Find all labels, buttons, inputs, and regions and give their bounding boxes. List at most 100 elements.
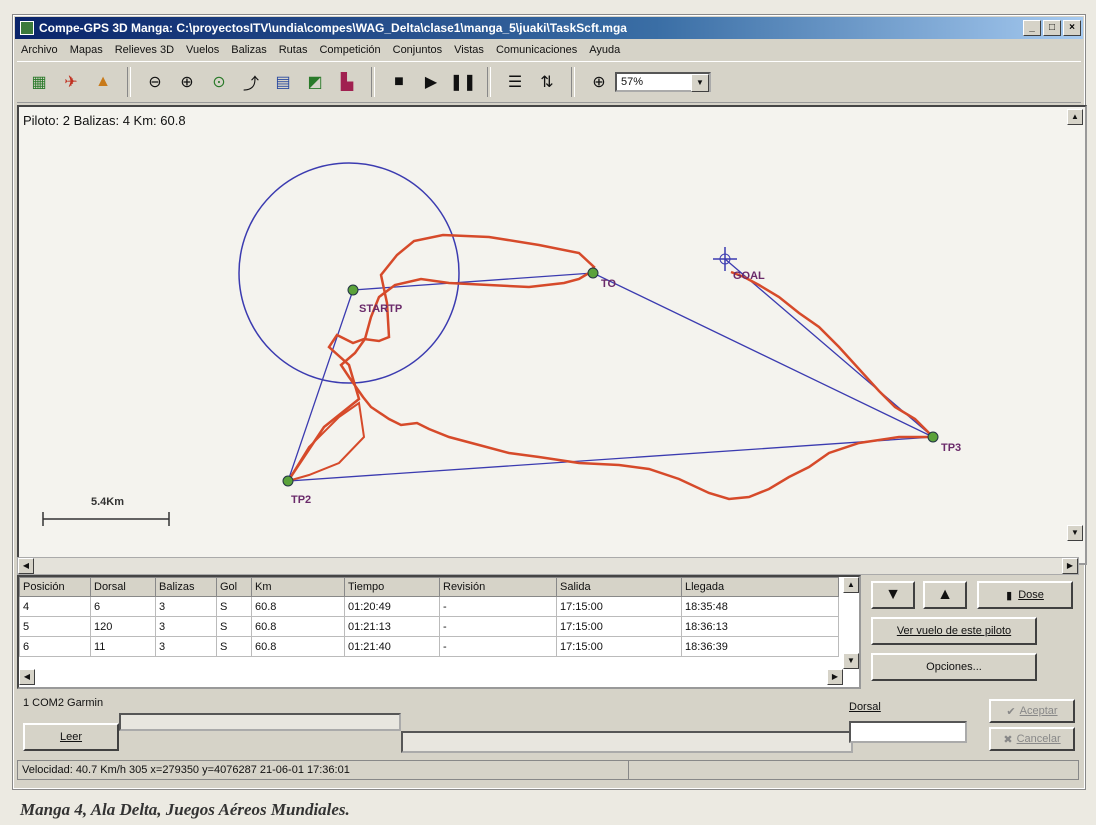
cell: 01:21:40 <box>344 636 440 657</box>
toolbar-separator <box>127 67 131 97</box>
menu-balizas[interactable]: Balizas <box>231 44 266 56</box>
cell: 18:36:13 <box>681 616 839 637</box>
menu-vuelos[interactable]: Vuelos <box>186 44 219 56</box>
menu-ayuda[interactable]: Ayuda <box>589 44 620 56</box>
sort-icon[interactable]: ⇅ <box>533 68 561 96</box>
scroll-left-icon[interactable]: ◀ <box>18 558 34 574</box>
col-salida[interactable]: Salida <box>556 577 682 597</box>
scale-label: 5.4Km <box>91 496 124 508</box>
stop-icon[interactable]: ■ <box>385 68 413 96</box>
dorsal-input[interactable] <box>849 721 967 743</box>
cancelar-button[interactable]: ✖ Cancelar <box>989 727 1075 751</box>
col-tiempo[interactable]: Tiempo <box>344 577 440 597</box>
zoom-select[interactable]: 57% ▼ <box>615 72 711 92</box>
col-gol[interactable]: Gol <box>216 577 252 597</box>
close-button-label: Dose <box>1018 589 1044 601</box>
pilot-icon[interactable]: ✈ <box>57 68 85 96</box>
table-row[interactable]: 5 120 3 S 60.8 01:21:13 - 17:15:00 18:36… <box>19 616 839 637</box>
menu-comunicaciones[interactable]: Comunicaciones <box>496 44 577 56</box>
cell: 17:15:00 <box>556 596 682 617</box>
menu-relieves[interactable]: Relieves 3D <box>115 44 174 56</box>
col-posicion[interactable]: Posición <box>19 577 91 597</box>
app-icon <box>20 21 34 35</box>
dorsal-label: Dorsal <box>849 701 881 713</box>
pause-icon[interactable]: ❚❚ <box>449 68 477 96</box>
zoom-out-icon[interactable]: ⊖ <box>141 68 169 96</box>
view-3d-icon[interactable]: ◩ <box>301 68 329 96</box>
route-icon[interactable]: ⤴ <box>237 68 265 96</box>
scroll-down-icon[interactable]: ▼ <box>1067 525 1083 541</box>
door-icon: ▮ <box>1006 589 1013 602</box>
col-balizas[interactable]: Balizas <box>155 577 217 597</box>
title-bar[interactable]: Compe-GPS 3D Manga: C:\proyectosITV\undi… <box>15 17 1083 39</box>
table-scroll-right-icon[interactable]: ▶ <box>827 669 843 685</box>
cell: 01:21:13 <box>344 616 440 637</box>
menu-rutas[interactable]: Rutas <box>279 44 308 56</box>
scroll-up-icon[interactable]: ▲ <box>1067 109 1083 125</box>
close-window-button[interactable]: × <box>1063 20 1081 36</box>
col-km[interactable]: Km <box>251 577 345 597</box>
table-row[interactable]: 6 11 3 S 60.8 01:21:40 - 17:15:00 18:36:… <box>19 636 839 657</box>
toolbar-separator <box>487 67 491 97</box>
window-title: Compe-GPS 3D Manga: C:\proyectosITV\undi… <box>39 21 627 35</box>
table-scroll-left-icon[interactable]: ◀ <box>19 669 35 685</box>
profile-icon[interactable]: ▙ <box>333 68 361 96</box>
ver-vuelo-label: Ver vuelo de este piloto <box>896 625 1012 637</box>
cell: 17:15:00 <box>556 636 682 657</box>
cell: 18:36:39 <box>681 636 839 657</box>
table-scroll-down-icon[interactable]: ▼ <box>843 653 859 669</box>
menu-mapas[interactable]: Mapas <box>70 44 103 56</box>
col-dorsal[interactable]: Dorsal <box>90 577 156 597</box>
col-llegada[interactable]: Llegada <box>681 577 839 597</box>
play-icon[interactable]: ▶ <box>417 68 445 96</box>
target-icon[interactable]: ⊕ <box>585 68 613 96</box>
comms-port-label: 1 COM2 Garmin <box>23 697 104 709</box>
move-down-button[interactable]: ▼ <box>871 581 915 609</box>
map-horizontal-scrollbar[interactable]: ◀ ▶ <box>17 557 1079 575</box>
table-view-icon[interactable]: ▤ <box>269 68 297 96</box>
status-bar: Velocidad: 40.7 Km/h 305 x=279350 y=4076… <box>17 760 1079 780</box>
map-icon[interactable]: ▦ <box>25 68 53 96</box>
to-marker[interactable] <box>587 267 599 279</box>
label-tp2: TP2 <box>291 494 311 506</box>
table-scroll-up-icon[interactable]: ▲ <box>843 577 859 593</box>
aceptar-label: Aceptar <box>1019 705 1058 717</box>
terrain-icon[interactable]: ▲ <box>89 68 117 96</box>
list-icon[interactable]: ☰ <box>501 68 529 96</box>
cell: 3 <box>155 596 217 617</box>
startp-marker[interactable] <box>347 284 359 296</box>
label-goal: GOAL <box>733 270 765 282</box>
minimize-button[interactable]: _ <box>1023 20 1041 36</box>
maximize-button[interactable]: □ <box>1043 20 1061 36</box>
menu-competicion[interactable]: Competición <box>319 44 380 56</box>
menu-vistas[interactable]: Vistas <box>454 44 484 56</box>
chevron-down-icon[interactable]: ▼ <box>691 74 709 92</box>
opciones-button[interactable]: Opciones... <box>871 653 1037 681</box>
tp2-marker[interactable] <box>282 475 294 487</box>
leer-button[interactable]: Leer <box>23 723 119 751</box>
move-up-button[interactable]: ▲ <box>923 581 967 609</box>
menu-archivo[interactable]: Archivo <box>21 44 58 56</box>
table-row[interactable]: 4 6 3 S 60.8 01:20:49 - 17:15:00 18:35:4… <box>19 596 839 617</box>
zoom-area-icon[interactable]: ⊙ <box>205 68 233 96</box>
col-revision[interactable]: Revisión <box>439 577 557 597</box>
cell: 3 <box>155 636 217 657</box>
results-table[interactable]: Posición Dorsal Balizas Gol Km Tiempo Re… <box>17 575 861 689</box>
aceptar-button[interactable]: ✔ Aceptar <box>989 699 1075 723</box>
goal-crosshair-icon[interactable] <box>713 247 737 271</box>
cell: 6 <box>90 596 156 617</box>
zoom-in-icon[interactable]: ⊕ <box>173 68 201 96</box>
map-canvas: STARTP TO GOAL TP2 TP3 5.4Km <box>42 162 961 526</box>
menu-conjuntos[interactable]: Conjuntos <box>393 44 443 56</box>
map-view[interactable]: Piloto: 2 Balizas: 4 Km: 60.8 STARTP TO … <box>17 105 1087 565</box>
scroll-right-icon[interactable]: ▶ <box>1062 558 1078 574</box>
opciones-label: Opciones... <box>926 661 982 673</box>
cell: S <box>216 636 252 657</box>
status-panel <box>628 761 630 779</box>
ver-vuelo-button[interactable]: Ver vuelo de este piloto <box>871 617 1037 645</box>
cell: - <box>439 636 557 657</box>
toolbar-separator <box>371 67 375 97</box>
cell: 18:35:48 <box>681 596 839 617</box>
close-button[interactable]: ▮ Dose <box>977 581 1073 609</box>
tp3-marker[interactable] <box>927 431 939 443</box>
